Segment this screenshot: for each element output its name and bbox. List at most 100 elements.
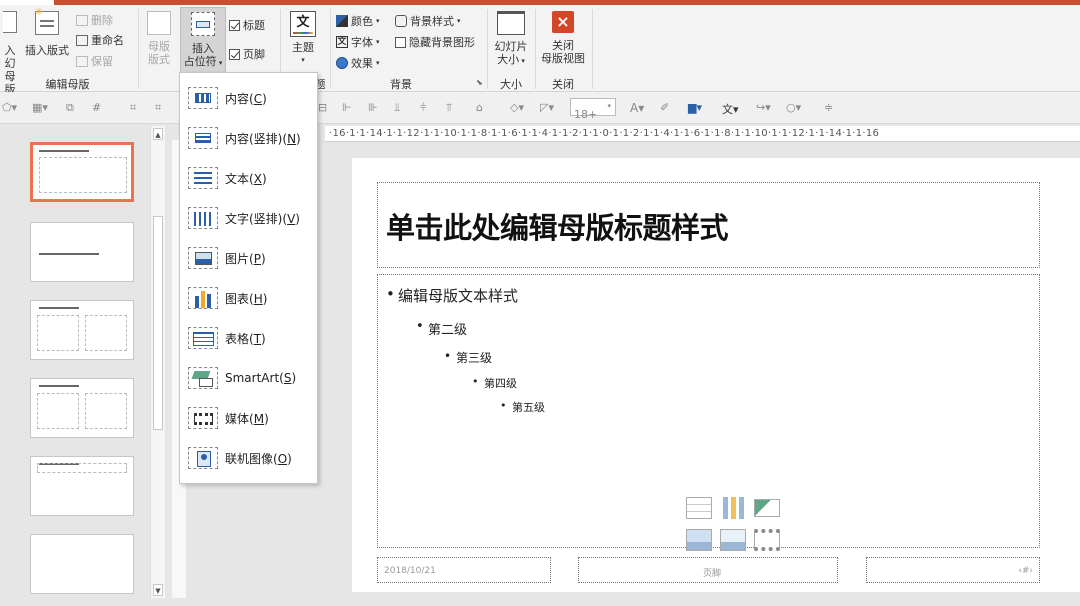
background-styles-icon <box>395 15 407 27</box>
insert-placeholder-button[interactable]: 插入 占位符 ▾ <box>180 7 226 73</box>
insert-picture-icon[interactable] <box>686 529 712 551</box>
save-icon[interactable]: ⧉ <box>66 101 74 115</box>
menu-item-content[interactable]: 内容(C) <box>180 78 317 118</box>
footer-placeholder[interactable]: 页脚 <box>578 557 838 583</box>
menu-label: 文本(X) <box>225 171 267 186</box>
layout-thumbnail[interactable] <box>30 534 134 594</box>
menu-item-media[interactable]: 媒体(M) <box>180 398 317 438</box>
effects-button[interactable]: 效果 ▾ <box>336 55 380 71</box>
layout-thumbnail[interactable] <box>30 456 134 516</box>
align-middle-icon[interactable]: ⫩ <box>420 101 426 115</box>
distribute-icon[interactable]: ⊟ <box>318 101 327 114</box>
menu-item-smartart[interactable]: SmartArt(S) <box>180 358 317 398</box>
ribbon-separator <box>535 9 536 89</box>
theme-label: 主题 <box>292 41 314 54</box>
date-placeholder[interactable]: 2018/10/21 <box>377 557 551 583</box>
undo-icon[interactable]: ↪▾ <box>756 101 771 114</box>
master-layout-button[interactable]: 母版 版式 <box>142 11 176 66</box>
layout-icon[interactable]: ▦▾ <box>32 101 48 114</box>
rename-button[interactable]: 重命名 <box>76 32 124 48</box>
slide-size-button[interactable]: 幻灯片 大小 ▾ <box>490 11 532 68</box>
thumbnail-scrollbar[interactable]: ▲ ▼ <box>150 126 165 598</box>
dropdown-arrow-icon: ▾ <box>376 38 380 46</box>
shape-icon[interactable]: ○▾ <box>786 101 801 114</box>
layout-thumbnail[interactable] <box>30 378 134 438</box>
grid-icon[interactable]: # <box>92 101 101 114</box>
background-styles-button[interactable]: 背景样式 ▾ <box>395 13 461 29</box>
media-placeholder-icon <box>188 407 218 429</box>
font-icon[interactable]: 文▾ <box>722 101 739 117</box>
align-left-icon[interactable]: ⊩ <box>342 101 352 114</box>
content-placeholder[interactable]: 编辑母版文本样式 第二级 第三级 第四级 第五级 <box>377 274 1040 551</box>
delete-button[interactable]: 删除 <box>76 12 113 28</box>
insert-placeholder-label-1: 插入 <box>192 42 214 55</box>
slide-size-label-2: 大小 ▾ <box>490 53 532 68</box>
bring-forward-icon[interactable]: ⌂ <box>476 101 483 114</box>
font-size-box[interactable]: 18+ ▾ <box>570 98 616 121</box>
master-layout-label-1: 母版 <box>148 40 170 53</box>
group-icon[interactable]: ⌗ <box>155 101 161 115</box>
insert-online-picture-icon[interactable] <box>720 529 746 551</box>
preserve-button[interactable]: 保留 <box>76 53 113 69</box>
align-icon[interactable]: ⌗ <box>130 101 136 115</box>
menu-access-key: V <box>287 211 296 226</box>
menu-label: 内容(C) <box>225 91 267 106</box>
preserve-icon <box>76 55 88 67</box>
title-placeholder[interactable]: 单击此处编辑母版标题样式 <box>377 182 1040 268</box>
menu-item-content-vertical[interactable]: 内容(竖排)(N) <box>180 118 317 158</box>
dropdown-arrow-icon: ▾ <box>607 102 611 110</box>
layout-thumbnail[interactable] <box>30 300 134 360</box>
thumbnail-title-bar <box>39 150 89 152</box>
menu-item-picture[interactable]: 图片(P) <box>180 238 317 278</box>
fill-color-icon[interactable]: ◇▾ <box>510 101 524 114</box>
menu-label-text: 文字(竖排) <box>225 211 283 226</box>
theme-button[interactable]: 文 主题 ▾ <box>285 11 321 67</box>
menu-label: 媒体(M) <box>225 411 269 426</box>
insert-placeholder-label-text: 占位符 <box>183 55 217 68</box>
theme-colors-icon[interactable]: ▆▾ <box>688 101 702 114</box>
scroll-up-icon[interactable]: ▲ <box>153 128 163 140</box>
slide-number-placeholder[interactable]: ‹#› <box>866 557 1040 583</box>
shape-select-icon[interactable]: ⬠▾ <box>2 101 17 114</box>
title-checkbox[interactable]: 标题 <box>229 17 265 33</box>
menu-item-text[interactable]: 文本(X) <box>180 158 317 198</box>
font-color-icon[interactable]: A▾ <box>630 101 644 115</box>
font-size-value: 18+ <box>574 108 598 121</box>
menu-item-table[interactable]: 表格(T) <box>180 318 317 358</box>
customize-toolbar-icon[interactable]: ≑ <box>824 101 833 114</box>
ribbon-separator <box>138 9 139 89</box>
fonts-button[interactable]: 文字体 ▾ <box>336 34 380 50</box>
dropdown-arrow-icon: ▾ <box>519 57 525 65</box>
insert-layout-button[interactable]: ✳ 插入版式 <box>22 8 72 58</box>
menu-item-online-image[interactable]: 联机图像(O) <box>180 438 317 478</box>
effects-icon <box>336 57 348 69</box>
format-painter-icon[interactable]: ✐ <box>660 101 669 114</box>
insert-layout-icon: ✳ <box>35 8 59 35</box>
hide-background-check-icon <box>395 36 406 48</box>
scroll-thumb[interactable] <box>153 216 163 430</box>
menu-label-text: 文本 <box>225 171 250 186</box>
menu-label-text: 内容 <box>225 91 250 106</box>
dialog-launcher-icon[interactable]: ⬊ <box>476 78 483 87</box>
align-bottom-icon[interactable]: ⫪ <box>446 101 452 115</box>
close-master-view-button[interactable]: × 关闭 母版视图 <box>538 11 588 65</box>
master-thumbnail[interactable] <box>30 142 134 202</box>
align-top-icon[interactable]: ⫫ <box>394 101 400 115</box>
insert-video-icon[interactable] <box>754 529 780 551</box>
insert-chart-icon[interactable] <box>720 497 746 519</box>
bullet-level-2: 第二级 <box>416 319 467 338</box>
menu-item-text-vertical[interactable]: 文字(竖排)(V) <box>180 198 317 238</box>
thumbnail-content-box <box>39 157 127 193</box>
align-center-icon[interactable]: ⊪ <box>368 101 378 114</box>
insert-table-icon[interactable] <box>686 497 712 519</box>
footer-check-icon <box>229 48 240 60</box>
menu-item-chart[interactable]: 图表(H) <box>180 278 317 318</box>
scroll-down-icon[interactable]: ▼ <box>153 584 163 596</box>
outline-color-icon[interactable]: ◸▾ <box>540 101 554 114</box>
footer-checkbox[interactable]: 页脚 <box>229 46 265 62</box>
insert-layout-label: 插入版式 <box>25 44 69 57</box>
hide-background-graphics-checkbox[interactable]: 隐藏背景图形 <box>395 34 475 50</box>
colors-button[interactable]: 颜色 ▾ <box>336 13 380 29</box>
insert-smartart-icon[interactable] <box>754 499 780 517</box>
layout-thumbnail[interactable] <box>30 222 134 282</box>
